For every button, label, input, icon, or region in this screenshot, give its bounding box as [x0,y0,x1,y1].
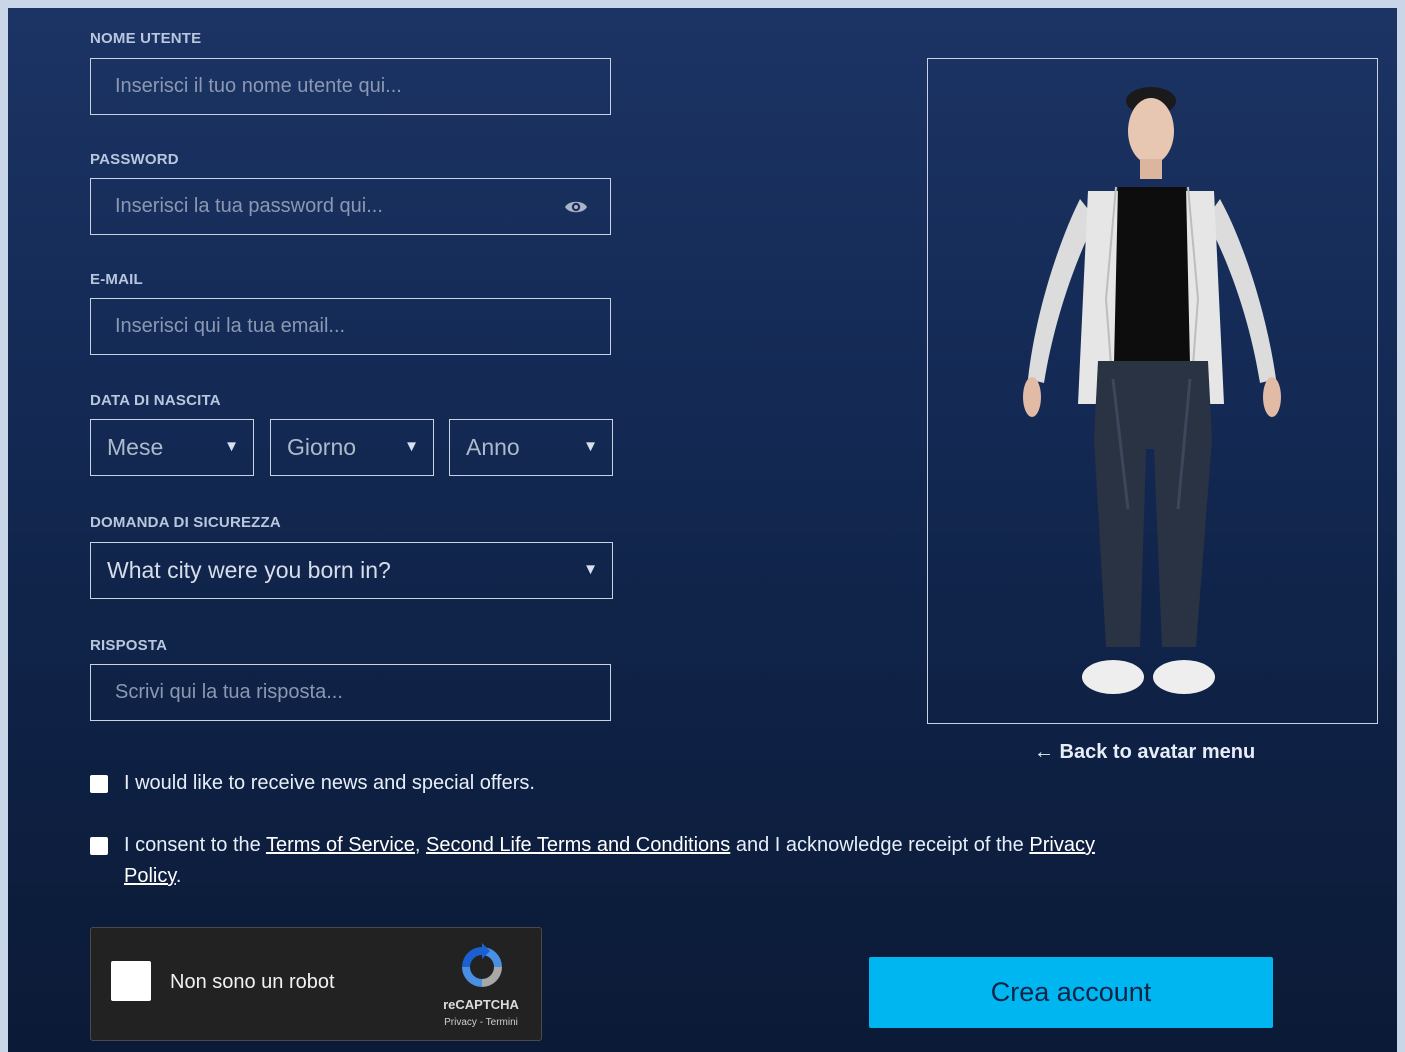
day-select-value: Giorno [287,434,357,460]
recaptcha-brand: reCAPTCHA [443,997,519,1012]
consent-text: I consent to the Terms of Service, Secon… [124,830,1144,892]
password-input[interactable] [91,179,610,234]
news-checkbox-row: I would like to receive news and special… [90,768,890,799]
news-checkbox-label: I would like to receive news and special… [124,772,535,794]
consent-checkbox[interactable] [90,837,108,855]
answer-input[interactable] [91,665,610,720]
recaptcha-label: Non sono un robot [170,971,335,993]
username-field-wrapper [90,58,611,115]
year-select-value: Anno [466,434,520,460]
consent-text-prefix: I consent to the [124,834,266,856]
avatar-preview [927,58,1378,724]
day-select[interactable]: Giorno ▼ [270,419,434,476]
email-label: E-MAIL [90,271,143,288]
month-select-value: Mese [107,434,164,460]
avatar-figure [1023,87,1281,694]
recaptcha-privacy-terms[interactable]: Privacy - Termini [423,1017,539,1028]
chevron-down-icon: ▼ [224,438,239,455]
recaptcha-logo-icon [462,943,502,987]
chevron-down-icon: ▼ [583,561,598,578]
answer-field-wrapper [90,664,611,721]
chevron-down-icon: ▼ [404,438,419,455]
news-checkbox[interactable] [90,775,108,793]
password-label: PASSWORD [90,151,179,168]
terms-of-service-link[interactable]: Terms of Service [266,834,415,856]
recaptcha-checkbox[interactable] [111,961,151,1001]
sl-terms-link[interactable]: Second Life Terms and Conditions [426,834,730,856]
year-select[interactable]: Anno ▼ [449,419,613,476]
registration-page: NOME UTENTE PASSWORD E-MAIL DATA DI NASC… [8,8,1397,1052]
create-account-button[interactable]: Crea account [869,957,1273,1028]
email-field-wrapper [90,298,611,355]
consent-comma: , [414,834,427,856]
email-input[interactable] [91,299,610,354]
consent-text-middle: and I acknowledge receipt of the [730,834,1030,856]
username-label: NOME UTENTE [90,30,202,47]
back-to-avatar-menu-link[interactable]: ← Back to avatar menu [1034,741,1255,764]
chevron-down-icon: ▼ [583,438,598,455]
consent-checkbox-row: I consent to the Terms of Service, Secon… [90,830,1150,894]
username-input[interactable] [91,59,610,114]
security-question-value: What city were you born in? [107,557,391,583]
answer-label: RISPOSTA [90,637,168,654]
security-question-label: DOMANDA DI SICUREZZA [90,514,281,531]
eye-icon[interactable] [564,197,588,217]
month-select[interactable]: Mese ▼ [90,419,254,476]
recaptcha-widget: Non sono un robot reCAPTCHA Privacy - Te… [90,927,542,1041]
password-field-wrapper [90,178,611,235]
security-question-select[interactable]: What city were you born in? ▼ [90,542,613,599]
consent-period: . [175,865,182,887]
birthdate-label: DATA DI NASCITA [90,392,221,409]
